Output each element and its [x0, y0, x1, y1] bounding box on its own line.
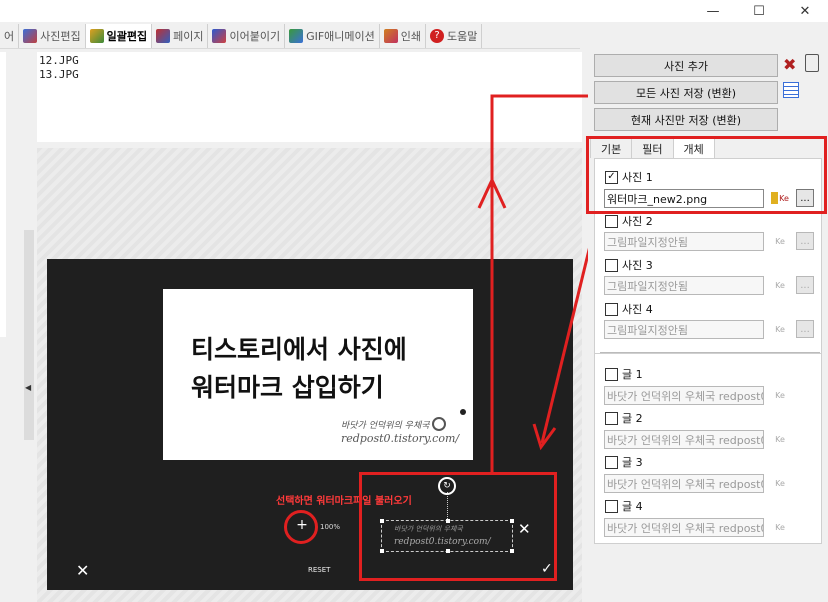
text4-row[interactable]: 글 4: [605, 498, 643, 514]
photo3-label: 사진 3: [622, 259, 653, 272]
photo3-checkbox[interactable]: [605, 258, 618, 272]
text1-row[interactable]: 글 1: [605, 366, 643, 382]
photo4-font-icon[interactable]: Ke: [771, 320, 789, 338]
text3-font-icon[interactable]: Ke: [771, 474, 789, 492]
text4-checkbox[interactable]: [605, 499, 618, 513]
text3-field[interactable]: 바닷가 언덕위의 우체국 redpost0: [604, 474, 764, 493]
text4-label: 글 4: [622, 500, 643, 513]
text4-field[interactable]: 바닷가 언덕위의 우체국 redpost0: [604, 518, 764, 537]
photo4-label: 사진 4: [622, 303, 653, 316]
photo2-browse-button[interactable]: ...: [796, 232, 814, 250]
add-photo-button[interactable]: 사진 추가: [594, 54, 778, 77]
text1-field[interactable]: 바닷가 언덕위의 우체국 redpost0: [604, 386, 764, 405]
photo4-row[interactable]: 사진 4: [605, 301, 653, 317]
photo3-browse-button[interactable]: ...: [796, 276, 814, 294]
object-tab-highlight-box: [586, 136, 827, 214]
save-current-button[interactable]: 현재 사진만 저장 (변환): [594, 108, 778, 131]
photo4-file-field[interactable]: 그림파일지정안됨: [604, 320, 764, 339]
text4-font-icon[interactable]: Ke: [771, 518, 789, 536]
photo2-row[interactable]: 사진 2: [605, 213, 653, 229]
text2-row[interactable]: 글 2: [605, 410, 643, 426]
text2-font-icon[interactable]: Ke: [771, 430, 789, 448]
trash-icon[interactable]: [805, 54, 819, 72]
divider: [600, 352, 820, 353]
save-all-button[interactable]: 모든 사진 저장 (변환): [594, 81, 778, 104]
photo4-browse-button[interactable]: ...: [796, 320, 814, 338]
text3-checkbox[interactable]: [605, 455, 618, 469]
text2-checkbox[interactable]: [605, 411, 618, 425]
text3-label: 글 3: [622, 456, 643, 469]
photo2-label: 사진 2: [622, 215, 653, 228]
photo3-row[interactable]: 사진 3: [605, 257, 653, 273]
list-settings-icon[interactable]: [783, 82, 799, 98]
delete-icon[interactable]: ✖: [783, 55, 796, 74]
photo3-font-icon[interactable]: Ke: [771, 276, 789, 294]
text2-field[interactable]: 바닷가 언덕위의 우체국 redpost0: [604, 430, 764, 449]
text1-checkbox[interactable]: [605, 367, 618, 381]
text1-label: 글 1: [622, 368, 643, 381]
text2-label: 글 2: [622, 412, 643, 425]
text1-font-icon[interactable]: Ke: [771, 386, 789, 404]
photo2-checkbox[interactable]: [605, 214, 618, 228]
photo2-font-icon[interactable]: Ke: [771, 232, 789, 250]
photo3-file-field[interactable]: 그림파일지정안됨: [604, 276, 764, 295]
photo4-checkbox[interactable]: [605, 302, 618, 316]
text3-row[interactable]: 글 3: [605, 454, 643, 470]
photo2-file-field[interactable]: 그림파일지정안됨: [604, 232, 764, 251]
text-object-panel: [594, 354, 822, 544]
